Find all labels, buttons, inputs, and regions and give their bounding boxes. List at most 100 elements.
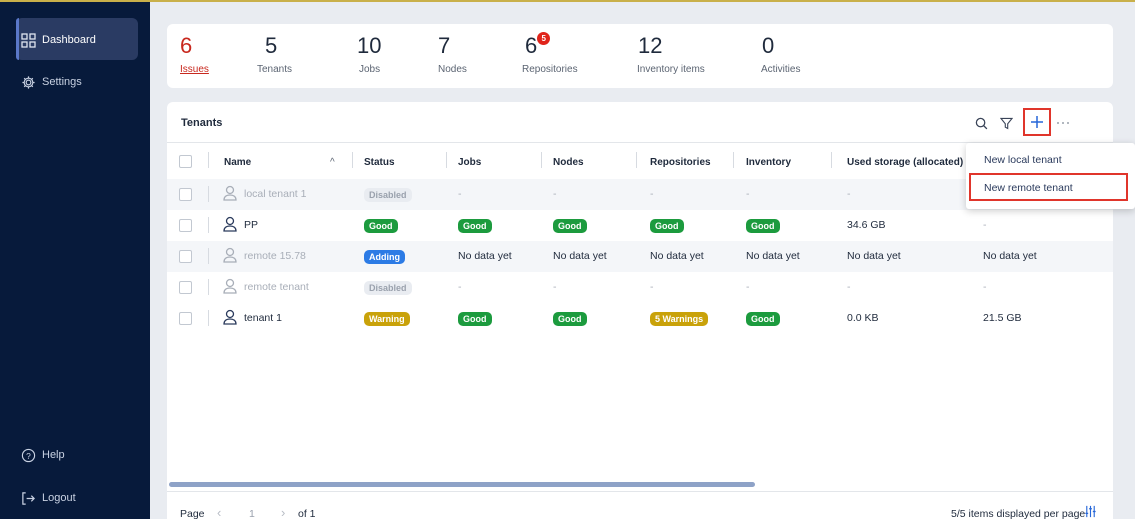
repositories-alert-badge: 5: [537, 32, 551, 45]
sidebar-item-settings[interactable]: Settings: [20, 74, 82, 90]
tenant-name[interactable]: local tenant 1: [244, 188, 306, 200]
column-header-repositories[interactable]: Repositories: [650, 157, 711, 168]
row-checkbox[interactable]: [179, 281, 192, 294]
status-badge: Good: [364, 219, 398, 233]
used-storage-value: 0.0 KB: [847, 312, 879, 324]
sidebar-item-label: Dashboard: [42, 34, 96, 46]
filter-button[interactable]: [995, 112, 1017, 134]
column-header-jobs[interactable]: Jobs: [458, 157, 481, 168]
sidebar-item-label: Settings: [42, 76, 82, 88]
stat-label: Jobs: [359, 64, 381, 75]
column-separator: [352, 152, 353, 168]
stat-value: 6: [525, 33, 538, 58]
sidebar-item-label: Logout: [42, 492, 76, 504]
tenant-name[interactable]: tenant 1: [244, 312, 282, 324]
filter-icon: [999, 117, 1013, 129]
column-header-nodes[interactable]: Nodes: [553, 157, 584, 168]
main-content: 6 Issues 5 Tenants 10 Jobs 7 Nodes 65 Re…: [150, 0, 1135, 519]
tenant-name[interactable]: PP: [244, 219, 258, 231]
inventory-value: No data yet: [746, 250, 800, 262]
stat-tenants[interactable]: 5 Tenants: [257, 33, 292, 76]
prev-page-button[interactable]: ‹: [217, 505, 221, 519]
table-row[interactable]: PP Good Good Good Good Good 34.6 GB -: [167, 210, 1113, 241]
select-all-checkbox[interactable]: [179, 155, 192, 168]
sidebar-item-help[interactable]: ? Help: [20, 447, 65, 463]
column-separator: [208, 152, 209, 168]
column-separator: [208, 248, 209, 264]
column-separator: [733, 152, 734, 168]
used-storage-value: -: [847, 188, 851, 200]
extra-storage-value: -: [983, 219, 987, 231]
table-row[interactable]: tenant 1 Warning Good Good 5 Warnings Go…: [167, 303, 1113, 334]
column-separator: [208, 279, 209, 295]
menu-item-new-local-tenant[interactable]: New local tenant: [984, 154, 1062, 166]
svg-text:?: ?: [26, 450, 31, 460]
used-storage-value: 34.6 GB: [847, 219, 886, 231]
stat-jobs[interactable]: 10 Jobs: [357, 34, 381, 76]
repositories-status-badge: 5 Warnings: [650, 312, 709, 326]
table-row[interactable]: remote 15.78 Adding No data yet No data …: [167, 241, 1113, 272]
sidebar: Dashboard Settings ? Help Logout: [0, 0, 150, 519]
stat-issues[interactable]: 6 Issues: [180, 33, 209, 76]
jobs-status-badge: Good: [458, 219, 492, 233]
stat-nodes[interactable]: 7 Nodes: [438, 34, 467, 76]
horizontal-scrollbar[interactable]: [169, 482, 755, 487]
page-label: Page: [180, 508, 205, 519]
column-settings-button[interactable]: [1084, 505, 1097, 519]
extra-storage-value: 21.5 GB: [983, 312, 1022, 324]
column-header-status[interactable]: Status: [364, 157, 395, 168]
stat-activities[interactable]: 0 Activities: [761, 34, 801, 76]
row-checkbox[interactable]: [179, 188, 192, 201]
stat-label: Activities: [761, 64, 801, 75]
add-tenant-button[interactable]: [1023, 108, 1051, 136]
add-tenant-menu: New local tenant New remote tenant: [966, 143, 1135, 209]
column-separator: [208, 186, 209, 202]
user-icon: [223, 278, 237, 294]
tenant-name[interactable]: remote tenant: [244, 281, 309, 293]
inventory-status-badge: Good: [746, 312, 780, 326]
status-badge: Warning: [364, 312, 410, 326]
search-button[interactable]: [970, 112, 992, 134]
column-header-name[interactable]: Name: [224, 157, 251, 168]
repositories-value: -: [650, 188, 654, 200]
column-header-used-storage[interactable]: Used storage (allocated): [847, 157, 963, 168]
column-separator: [208, 217, 209, 233]
gear-icon: [20, 74, 36, 90]
extra-storage-value: No data yet: [983, 250, 1037, 262]
stat-label: Repositories: [522, 64, 578, 75]
jobs-value: -: [458, 281, 462, 293]
page-number-input[interactable]: 1: [249, 508, 255, 519]
more-icon: [1057, 122, 1069, 124]
stat-inventory-items[interactable]: 12 Inventory items: [637, 34, 705, 76]
menu-item-new-remote-tenant[interactable]: New remote tenant: [984, 182, 1073, 194]
divider: [167, 491, 1113, 492]
table-row[interactable]: remote tenant Disabled - - - - - -: [167, 272, 1113, 303]
dashboard-icon: [20, 32, 36, 48]
items-per-page-label: 5/5 items displayed per page: [951, 508, 1086, 519]
stat-label: Inventory items: [637, 64, 705, 75]
inventory-status-badge: Good: [746, 219, 780, 233]
nodes-value: -: [553, 188, 557, 200]
column-header-inventory[interactable]: Inventory: [746, 157, 791, 168]
column-separator: [446, 152, 447, 168]
sidebar-item-dashboard[interactable]: Dashboard: [20, 32, 96, 48]
next-page-button[interactable]: ›: [281, 505, 285, 519]
stat-label: Issues: [180, 64, 209, 75]
sidebar-item-logout[interactable]: Logout: [20, 490, 76, 506]
sort-ascending-icon[interactable]: ^: [330, 157, 335, 168]
row-checkbox[interactable]: [179, 312, 192, 325]
used-storage-value: No data yet: [847, 250, 901, 262]
jobs-value: -: [458, 188, 462, 200]
stat-value: 6: [180, 33, 193, 58]
stat-repositories[interactable]: 65 Repositories: [522, 32, 578, 75]
stat-value: 5: [265, 33, 278, 58]
column-separator: [541, 152, 542, 168]
row-checkbox[interactable]: [179, 219, 192, 232]
row-checkbox[interactable]: [179, 250, 192, 263]
status-badge: Adding: [364, 250, 405, 264]
more-options-button[interactable]: [1052, 112, 1074, 134]
stat-label: Nodes: [438, 64, 467, 75]
tenant-name[interactable]: remote 15.78: [244, 250, 306, 262]
jobs-status-badge: Good: [458, 312, 492, 326]
logout-icon: [20, 490, 36, 506]
